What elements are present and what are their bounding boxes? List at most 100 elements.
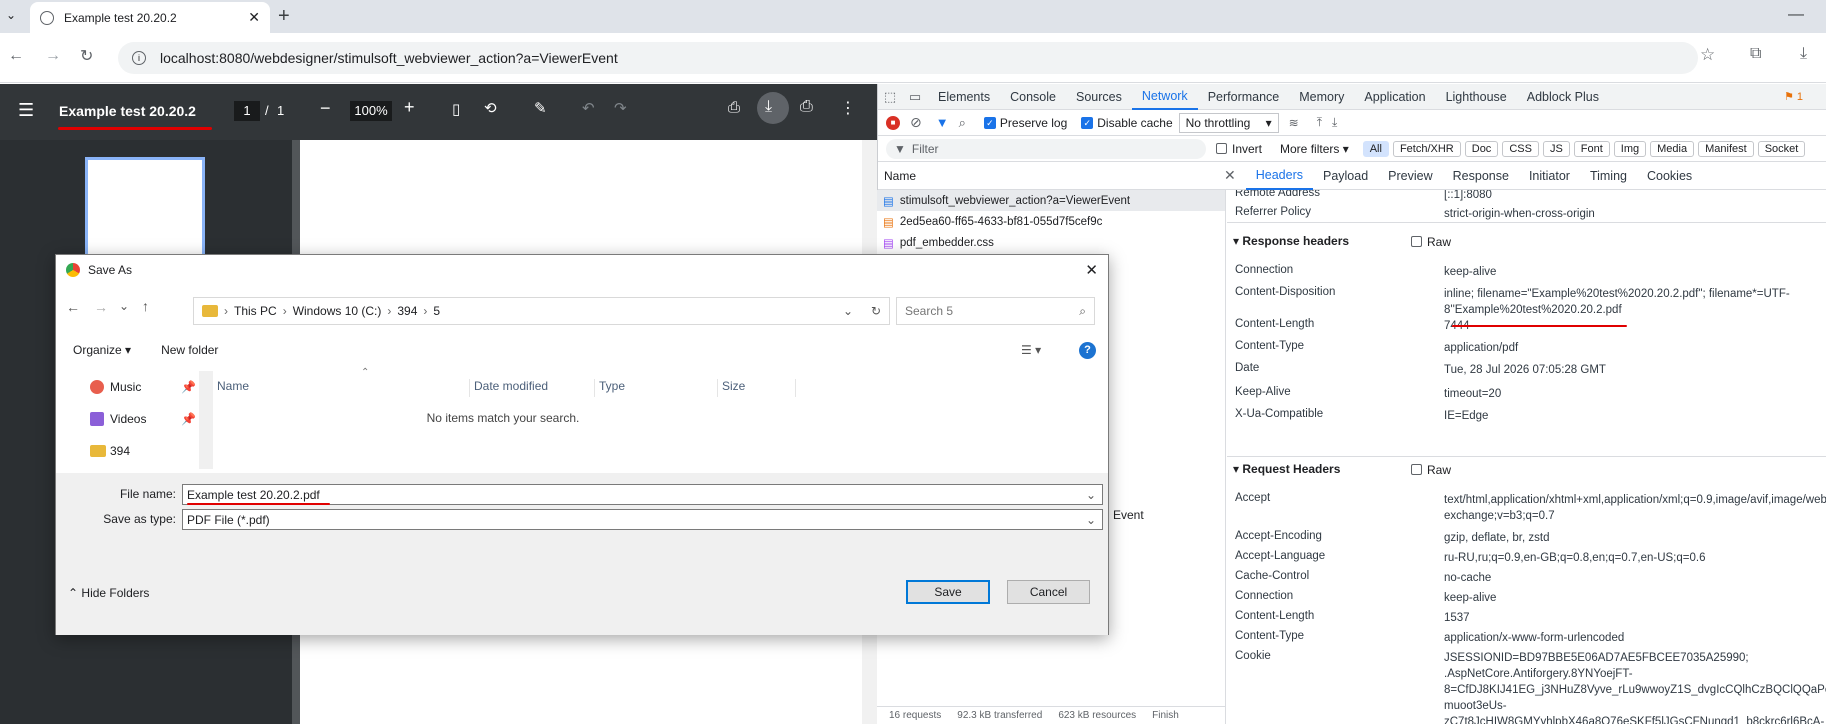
organize-button[interactable]: Organize ▾	[73, 343, 131, 357]
name-column-header[interactable]: Name	[884, 169, 1224, 183]
up-icon[interactable]: ↑	[142, 298, 149, 314]
breadcrumb-item[interactable]: 394	[397, 304, 417, 318]
clear-icon[interactable]: ⊘	[910, 114, 922, 131]
filter-icon[interactable]: ▼	[936, 115, 949, 130]
response-headers-section[interactable]: ▾ Response headers	[1233, 234, 1349, 248]
raw-checkbox[interactable]	[1411, 464, 1422, 475]
list-item[interactable]: ▤ stimulsoft_webviewer_action?a=ViewerEve…	[877, 190, 1225, 211]
devtools-tab-network[interactable]: Network	[1131, 84, 1198, 110]
close-icon[interactable]: ✕	[1085, 261, 1098, 279]
page-thumbnail[interactable]	[85, 157, 205, 265]
refresh-icon[interactable]: ↻	[871, 304, 881, 318]
back-icon[interactable]: ←	[8, 47, 24, 65]
chip-manifest[interactable]: Manifest	[1698, 140, 1754, 157]
invert-checkbox[interactable]	[1216, 143, 1227, 154]
nav-item-394[interactable]: 394	[56, 435, 202, 467]
breadcrumb-item[interactable]: 5	[433, 304, 440, 318]
save-button[interactable]: Save	[906, 580, 990, 604]
detail-tab-response[interactable]: Response	[1443, 163, 1519, 189]
browser-tab[interactable]: Example test 20.20.2 ✕	[30, 2, 270, 33]
devtools-tab-performance[interactable]: Performance	[1198, 84, 1290, 110]
close-tab-icon[interactable]: ✕	[248, 9, 260, 26]
chevron-down-icon[interactable]: ⌄	[1086, 513, 1096, 527]
zoom-out-icon[interactable]: −	[320, 98, 331, 119]
record-icon[interactable]: ■	[886, 115, 900, 130]
detail-tab-payload[interactable]: Payload	[1313, 163, 1378, 189]
chip-fetch-xhr[interactable]: Fetch/XHR	[1392, 140, 1461, 157]
devtools-tab-memory[interactable]: Memory	[1289, 84, 1354, 110]
extensions-icon[interactable]: ⧉	[1750, 45, 1761, 63]
chip-css[interactable]: CSS	[1502, 140, 1539, 157]
devtools-tab-console[interactable]: Console	[1000, 84, 1066, 110]
devtools-tab-lighthouse[interactable]: Lighthouse	[1436, 84, 1517, 110]
print-icon[interactable]: ⎙	[800, 98, 813, 116]
request-headers-section[interactable]: ▾ Request Headers	[1233, 462, 1340, 476]
minimize-icon[interactable]: —	[1788, 6, 1804, 24]
site-info-icon[interactable]: i	[132, 51, 146, 65]
menu-icon[interactable]: ☰	[18, 100, 34, 121]
chip-socket[interactable]: Socket	[1757, 140, 1806, 157]
new-folder-button[interactable]: New folder	[161, 343, 218, 357]
back-icon[interactable]: ←	[66, 299, 80, 315]
more-filters-button[interactable]: More filters ▾	[1280, 142, 1349, 156]
issues-badge[interactable]: ⚑ 1	[1784, 90, 1803, 103]
zoom-in-icon[interactable]: +	[404, 97, 415, 118]
devtools-tab-adblock[interactable]: Adblock Plus	[1517, 84, 1609, 110]
column-header-name[interactable]: Name	[213, 379, 470, 397]
devtools-tab-sources[interactable]: Sources	[1066, 84, 1132, 110]
column-header-size[interactable]: Size	[718, 379, 796, 397]
bookmark-star-icon[interactable]: ☆	[1700, 45, 1715, 65]
search-input[interactable]: Search 5 ⌕	[896, 297, 1095, 325]
view-options-icon[interactable]: ☰ ▾	[1021, 343, 1041, 357]
detail-tab-headers[interactable]: Headers	[1245, 162, 1313, 190]
devtools-tab-application[interactable]: Application	[1354, 84, 1435, 110]
chip-all[interactable]: All	[1362, 140, 1389, 157]
nav-item-music[interactable]: Music 📌	[56, 371, 202, 403]
search-icon[interactable]: ⌕	[959, 115, 966, 131]
forward-icon[interactable]: →	[45, 47, 61, 65]
chip-font[interactable]: Font	[1573, 140, 1610, 157]
cancel-button[interactable]: Cancel	[1007, 580, 1090, 604]
pdf-download-icon[interactable]: ⤓	[765, 98, 772, 116]
download-icon[interactable]: ⤓	[1800, 45, 1807, 63]
new-tab-icon[interactable]: +	[278, 5, 290, 28]
redo-icon[interactable]: ↷	[614, 99, 627, 117]
detail-tab-timing[interactable]: Timing	[1580, 163, 1637, 189]
zoom-input[interactable]: 100%	[350, 101, 392, 121]
list-item[interactable]: ▤ pdf_embedder.css	[877, 232, 1225, 253]
chip-media[interactable]: Media	[1650, 140, 1695, 157]
save-as-type-select[interactable]: PDF File (*.pdf) ⌄	[182, 509, 1103, 530]
breadcrumb-item[interactable]: This PC	[234, 304, 277, 318]
save-with-annotations-icon[interactable]: ⎙	[728, 99, 740, 116]
page-number-input[interactable]: 1	[234, 101, 260, 121]
detail-tab-cookies[interactable]: Cookies	[1637, 163, 1702, 189]
detail-tab-preview[interactable]: Preview	[1378, 163, 1442, 189]
import-har-icon[interactable]: ⤒	[1317, 115, 1322, 130]
filter-input[interactable]: ▼ Filter	[886, 138, 1206, 159]
preserve-log-checkbox[interactable]: ✓	[983, 116, 996, 129]
help-icon[interactable]: ?	[1079, 341, 1096, 359]
device-toolbar-icon[interactable]: ▭	[902, 89, 928, 105]
breadcrumb-item[interactable]: Windows 10 (C:)	[293, 304, 382, 318]
fit-page-icon[interactable]: ▯	[452, 100, 460, 118]
chevron-down-icon[interactable]: ⌄	[843, 304, 853, 318]
raw-checkbox[interactable]	[1411, 236, 1422, 247]
throttle-select[interactable]: No throttling ▾	[1178, 112, 1279, 133]
tab-list-chevron-icon[interactable]: ⌄	[6, 8, 16, 22]
undo-icon[interactable]: ↶	[582, 99, 595, 117]
more-options-icon[interactable]: ⋮	[840, 98, 856, 118]
network-conditions-icon[interactable]: ≋	[1289, 116, 1299, 130]
disable-cache-checkbox[interactable]: ✓	[1081, 116, 1094, 129]
chevron-down-icon[interactable]: ⌄	[1086, 488, 1096, 502]
list-item[interactable]: ▤ 2ed5ea60-ff65-4633-bf81-055d7f5cef9c	[877, 211, 1225, 232]
nav-item-videos[interactable]: Videos 📌	[56, 403, 202, 435]
file-name-input[interactable]: Example test 20.20.2.pdf ⌄	[182, 484, 1103, 505]
hide-folders-button[interactable]: ⌃ Hide Folders	[68, 586, 149, 600]
recent-locations-icon[interactable]: ⌄	[119, 299, 129, 313]
chip-doc[interactable]: Doc	[1464, 140, 1499, 157]
chip-js[interactable]: JS	[1542, 140, 1570, 157]
column-header-date[interactable]: Date modified	[470, 379, 595, 397]
close-details-icon[interactable]: ✕	[1224, 167, 1236, 184]
inspect-icon[interactable]: ⬚	[878, 89, 902, 105]
export-har-icon[interactable]: ⤓	[1332, 115, 1337, 130]
